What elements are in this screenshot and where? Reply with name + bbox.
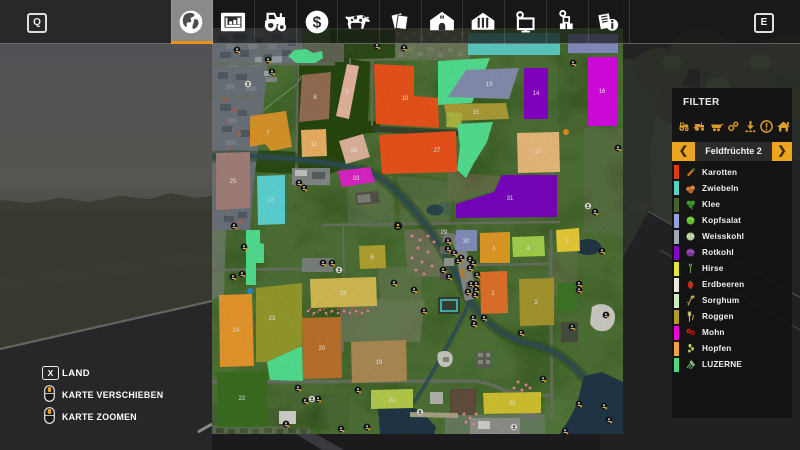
svg-text:$: $: [312, 15, 321, 32]
